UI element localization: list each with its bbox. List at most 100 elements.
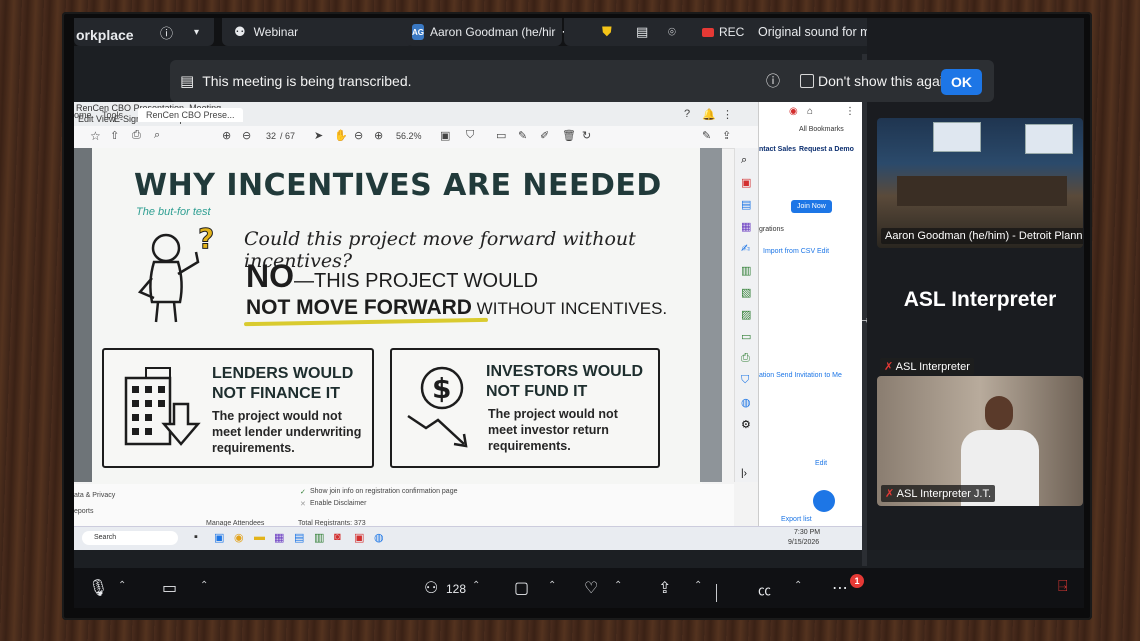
- leave-icon[interactable]: ⍈: [1058, 578, 1068, 596]
- excel-icon[interactable]: ▧: [741, 286, 751, 299]
- captions-caret[interactable]: ⌃: [794, 580, 802, 591]
- page-current[interactable]: 32: [266, 131, 276, 141]
- select-icon[interactable]: ▣: [440, 129, 450, 142]
- presenter-group[interactable]: AG Aaron Goodman (he/hir ⋯: [406, 18, 574, 46]
- acrobat-app-icon[interactable]: ▣: [354, 531, 364, 544]
- highlight-icon[interactable]: ✎: [518, 129, 527, 142]
- tools-tab[interactable]: Tools: [102, 110, 123, 120]
- folder-icon[interactable]: ▬: [254, 531, 265, 543]
- dont-show-checkbox[interactable]: [800, 74, 814, 88]
- shield-icon[interactable]: ⛊: [602, 24, 612, 40]
- camera-options-caret[interactable]: ⌃: [200, 580, 208, 591]
- taskbar-search[interactable]: Search: [82, 531, 178, 545]
- participants-icon-bottom[interactable]: ⚇: [424, 578, 438, 598]
- zoom-tool-icon[interactable]: ⌕: [741, 154, 747, 167]
- home-tab[interactable]: ome: [74, 110, 92, 120]
- ppt-app-icon[interactable]: ◙: [334, 531, 341, 543]
- focus-icon[interactable]: ⌾: [668, 24, 676, 40]
- share-caret[interactable]: ⌃: [694, 580, 702, 591]
- export-list-link[interactable]: Export list: [781, 516, 812, 523]
- chat-bubble-icon[interactable]: [813, 490, 835, 512]
- browser-ext2-icon[interactable]: ⌂: [807, 106, 813, 117]
- clock-date[interactable]: 9/15/2026: [788, 539, 819, 546]
- microphone-icon[interactable]: 🎙: [88, 578, 108, 598]
- participants-count[interactable]: 128: [446, 582, 466, 596]
- clipboard-icon[interactable]: ▤: [636, 24, 648, 40]
- help-icon[interactable]: ?: [684, 108, 690, 120]
- apps-icon[interactable]: ⋮: [722, 108, 733, 121]
- enable-disclaimer-option[interactable]: Enable Disclaimer: [310, 500, 366, 507]
- protect-icon[interactable]: ⛉: [741, 374, 749, 387]
- comment-tool-icon[interactable]: ▭: [741, 330, 751, 343]
- search-icon[interactable]: ⌕: [154, 129, 160, 142]
- edit-link-2[interactable]: Edit: [815, 460, 827, 467]
- upload-icon[interactable]: ⇧: [110, 129, 119, 142]
- clock-time[interactable]: 7:30 PM: [794, 529, 820, 536]
- zoom-in-icon[interactable]: ⊕: [374, 129, 383, 142]
- join-now-button[interactable]: Join Now: [791, 200, 832, 213]
- collapse-rail-icon[interactable]: |›: [741, 468, 747, 479]
- mic-options-caret[interactable]: ⌃: [118, 580, 126, 591]
- zoom-out-icon[interactable]: ⊖: [354, 129, 363, 142]
- share-icon[interactable]: ⇪: [722, 129, 731, 142]
- privacy-link[interactable]: ata & Privacy: [74, 492, 115, 499]
- edit-pdf-icon[interactable]: ✎: [702, 129, 711, 142]
- rotate-icon[interactable]: ↻: [582, 129, 591, 142]
- browser-ext-icon[interactable]: ◉: [789, 106, 798, 117]
- print-tool-icon[interactable]: ⎙: [741, 352, 750, 365]
- draw-icon[interactable]: ✐: [540, 129, 549, 142]
- print-icon[interactable]: ⎙: [132, 129, 141, 142]
- zoom-app-icon[interactable]: ◍: [374, 531, 384, 544]
- stamp-icon[interactable]: ⛉: [466, 129, 474, 142]
- delete-icon[interactable]: 🗑: [562, 129, 576, 142]
- video-tile-presenter[interactable]: Aaron Goodman (he/him) - Detroit Plann: [877, 118, 1083, 248]
- reactions-icon[interactable]: ♡: [584, 578, 598, 598]
- word-app-icon[interactable]: ▤: [294, 531, 304, 544]
- zoom-level[interactable]: 56.2%: [396, 131, 422, 141]
- export-pdf-icon[interactable]: ▣: [741, 176, 751, 189]
- cursor-icon[interactable]: ➤: [314, 129, 323, 142]
- reactions-caret[interactable]: ⌃: [614, 580, 622, 591]
- browser-menu-icon[interactable]: ⋮: [845, 106, 855, 117]
- hand-icon[interactable]: ✋: [334, 129, 348, 142]
- create-pdf-icon[interactable]: ▤: [741, 198, 751, 211]
- share-screen-icon[interactable]: ⇪: [658, 578, 671, 598]
- excel-app-icon[interactable]: ▥: [314, 531, 324, 544]
- send-invite-link[interactable]: ation Send Invitation to Me: [759, 372, 842, 379]
- word-icon[interactable]: ▨: [741, 308, 751, 321]
- all-bookmarks[interactable]: All Bookmarks: [799, 126, 844, 133]
- chat-icon[interactable]: ▢: [514, 578, 529, 598]
- page-up-icon[interactable]: ⊕: [222, 129, 231, 142]
- page-down-icon[interactable]: ⊖: [242, 129, 251, 142]
- contact-sales-link[interactable]: ntact Sales: [759, 146, 796, 153]
- participants-caret[interactable]: ⌃: [472, 580, 480, 591]
- ok-button[interactable]: OK: [941, 69, 982, 95]
- recording-indicator[interactable]: REC: [702, 25, 744, 39]
- request-demo-link[interactable]: Request a Demo: [799, 146, 854, 153]
- compress-icon[interactable]: ▥: [741, 264, 751, 277]
- captions-icon[interactable]: ㏄: [758, 580, 771, 599]
- chrome-icon[interactable]: ◉: [234, 531, 244, 544]
- task-view-icon[interactable]: ▪: [194, 531, 198, 543]
- comment-icon[interactable]: ▭: [496, 129, 506, 142]
- import-csv-link[interactable]: Import from CSV: [763, 248, 815, 255]
- teams-icon[interactable]: ▦: [274, 531, 284, 544]
- bell-icon[interactable]: 🔔: [702, 108, 716, 121]
- document-tab[interactable]: RenCen CBO Prese...: [138, 108, 243, 122]
- camera-icon[interactable]: ▭: [162, 578, 177, 598]
- chevron-down-icon[interactable]: ▾: [194, 27, 199, 38]
- organize-icon[interactable]: ▦: [741, 220, 751, 233]
- outlook-icon[interactable]: ▣: [214, 531, 224, 544]
- webinar-group[interactable]: ⚉ Webinar: [222, 18, 414, 46]
- fill-sign-icon[interactable]: ✍: [741, 242, 750, 255]
- star-icon[interactable]: ☆: [90, 129, 101, 143]
- info-circle-icon[interactable]: ⓘ: [766, 71, 780, 91]
- chat-caret[interactable]: ⌃: [548, 580, 556, 591]
- more-tools-icon[interactable]: ⚙: [741, 418, 751, 431]
- info-icon[interactable]: ⓘ: [160, 23, 173, 42]
- reports-link[interactable]: eports: [74, 508, 93, 515]
- edit-link-1[interactable]: Edit: [817, 248, 829, 255]
- video-tile-asl-jt[interactable]: ✗ ASL Interpreter J.T.: [877, 376, 1083, 506]
- redact-icon[interactable]: ◍: [741, 396, 751, 409]
- dont-show-label[interactable]: Don't show this again: [818, 73, 951, 89]
